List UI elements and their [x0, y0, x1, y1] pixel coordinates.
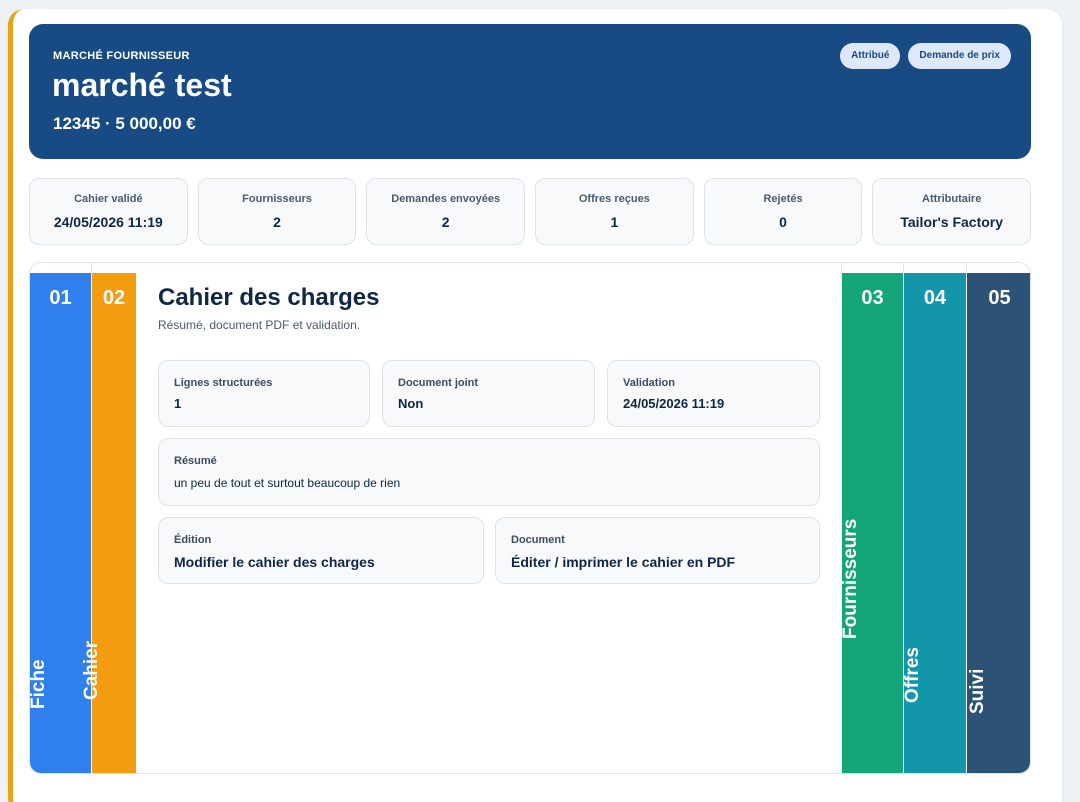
action-label: Édition [174, 534, 212, 546]
tab-suivi[interactable]: 05 Suivi [966, 273, 1030, 773]
stat-value: 0 [779, 214, 787, 230]
stat-fournisseurs: Fournisseurs 2 [197, 178, 357, 245]
header-kicker: MARCHÉ FOURNISSEUR [53, 50, 190, 62]
status-badge-attribue[interactable]: Attribué [840, 43, 901, 69]
fact-value: Non [398, 396, 424, 411]
section-description: Résumé, document PDF et validation. [158, 318, 361, 332]
stat-value: 24/05/2026 11:19 [53, 214, 163, 230]
tab-label: Cahier [81, 640, 102, 700]
stat-label: Cahier validé [74, 193, 143, 205]
tab-cahier[interactable]: 02 Cahier [81, 273, 136, 773]
header-subtitle: 12345 · 5 000,00 € [53, 114, 196, 133]
tab-label: Fiche [29, 659, 49, 710]
tab-divider [966, 263, 967, 273]
tab-divider [903, 263, 904, 273]
summary-label: Résumé [174, 455, 217, 467]
fact-lignes-structurees: Lignes structurées 1 [158, 360, 370, 427]
page-title: marché test [52, 67, 232, 103]
workflow-panel: 01 Fiche 02 Cahier 03 Fournisseurs 04 Of… [29, 262, 1031, 774]
tab-label: Offres [902, 647, 923, 704]
fact-value: 1 [174, 396, 182, 411]
header-badges: Attribué Demande de prix [840, 43, 1011, 69]
stat-label: Rejetés [763, 193, 803, 205]
stat-label: Offres reçues [578, 193, 650, 205]
stat-cahier-valide: Cahier validé 24/05/2026 11:19 [29, 178, 188, 245]
stat-label: Attributaire [922, 193, 982, 205]
tab-label: Suivi [966, 668, 988, 714]
market-header: MARCHÉ FOURNISSEUR marché test 12345 · 5… [29, 24, 1031, 159]
summary-value: un peu de tout et surtout beaucoup de ri… [174, 476, 401, 490]
stat-value: 2 [441, 214, 450, 230]
stat-value: Tailor's Factory [900, 214, 1004, 230]
section-title: Cahier des charges [158, 284, 380, 311]
tab-label: Fournisseurs [839, 518, 861, 639]
action-value: Éditer / imprimer le cahier en PDF [511, 554, 736, 570]
tab-divider [841, 263, 842, 273]
tab-fournisseurs[interactable]: 03 Fournisseurs [839, 273, 903, 773]
tab-divider [91, 263, 92, 273]
fact-value: 24/05/2026 11:19 [623, 396, 725, 411]
tab-offres[interactable]: 04 Offres [902, 273, 966, 773]
tab-number: 04 [923, 287, 947, 309]
print-pdf-button[interactable]: Document Éditer / imprimer le cahier en … [495, 517, 820, 584]
stat-offres-recues: Offres reçues 1 [535, 178, 694, 245]
stat-value: 2 [273, 214, 281, 230]
stat-value: 1 [610, 214, 619, 230]
tab-number: 03 [861, 287, 884, 309]
fact-validation: Validation 24/05/2026 11:19 [607, 360, 820, 427]
stat-rejetes: Rejetés 0 [703, 178, 863, 245]
stat-attributaire: Attributaire Tailor's Factory [872, 178, 1032, 245]
status-badge-demande-de-prix[interactable]: Demande de prix [908, 43, 1011, 69]
edit-cahier-button[interactable]: Édition Modifier le cahier des charges [158, 517, 484, 584]
summary-box: Résumé un peu de tout et surtout beaucou… [158, 438, 820, 506]
tab-number: 01 [49, 287, 72, 309]
action-value: Modifier le cahier des charges [174, 554, 375, 570]
fact-label: Validation [623, 377, 675, 389]
stat-label: Fournisseurs [242, 193, 312, 205]
fact-label: Document joint [398, 377, 479, 389]
stats-row: Cahier validé 24/05/2026 11:19 Fournisse… [29, 178, 1032, 245]
tab-number: 02 [102, 287, 126, 309]
fact-label: Lignes structurées [174, 377, 273, 389]
action-label: Document [511, 534, 565, 546]
fact-document-joint: Document joint Non [382, 360, 595, 427]
tab-number: 05 [988, 287, 1011, 309]
stat-demandes-envoyees: Demandes envoyées 2 [366, 178, 526, 245]
stat-label: Demandes envoyées [391, 193, 501, 205]
